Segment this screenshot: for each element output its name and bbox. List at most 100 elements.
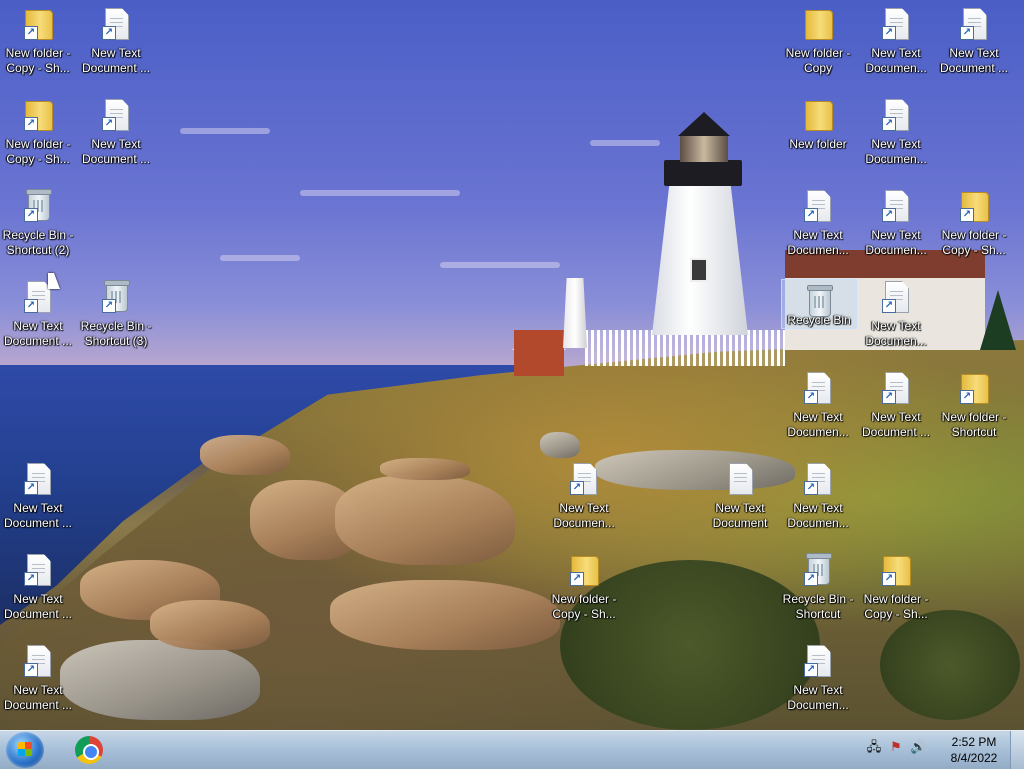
volume-icon[interactable]: 🔊	[910, 739, 926, 755]
icon-label: New Text Document ...	[861, 410, 931, 439]
taskbar: 🖧 ⚑ 🔊 2:52 PM 8/4/2022	[0, 730, 1024, 769]
desktop-icon[interactable]: ↗ New Text Documen...	[860, 275, 932, 363]
text-document-shortcut-icon: ↗	[22, 554, 54, 588]
icon-label: New Text Documen...	[865, 46, 927, 75]
action-center-flag-icon[interactable]: ⚑	[888, 739, 904, 755]
desktop-icon[interactable]: ↗ New folder - Shortcut	[938, 366, 1010, 454]
desktop-icon[interactable]: ↗ New Text Document ...	[80, 2, 152, 90]
desktop-icon[interactable]: New folder	[782, 93, 854, 181]
text-document-shortcut-icon: ↗	[880, 372, 912, 406]
desktop-icon[interactable]: ↗ New Text Documen...	[782, 639, 854, 727]
folder-shortcut-icon: ↗	[958, 190, 990, 224]
show-desktop-button[interactable]	[1010, 731, 1024, 769]
icon-label: New folder - Shortcut	[941, 410, 1007, 439]
recycle-bin-icon	[803, 285, 835, 317]
desktop-icon[interactable]: New Text Document	[704, 457, 776, 545]
icon-label: Recycle Bin - Shortcut (2)	[2, 228, 74, 257]
desktop-icon[interactable]: ↗ New Text Document ...	[2, 548, 74, 636]
icon-label: New folder - Copy	[785, 46, 851, 75]
desktop-icon[interactable]: ↗ New Text Documen...	[860, 184, 932, 272]
icon-label: New folder - Copy - Sh...	[5, 137, 71, 166]
folder-shortcut-icon: ↗	[958, 372, 990, 406]
folder-icon	[802, 99, 834, 133]
desktop-icon[interactable]: ↗ Recycle Bin - Shortcut (3)	[80, 275, 152, 363]
desktop-icon[interactable]: New folder - Copy	[782, 2, 854, 90]
icon-label: Recycle Bin - Shortcut (3)	[80, 319, 152, 348]
icon-label: New Text Document ...	[3, 319, 73, 348]
desktop-icon[interactable]: ↗ New Text Document ...	[2, 639, 74, 727]
icon-label: Recycle Bin - Shortcut	[782, 592, 854, 621]
desktop-icon[interactable]: ↗ New Text Documen...	[782, 457, 854, 545]
icon-label: New Text Documen...	[787, 501, 849, 530]
text-document-shortcut-icon: ↗	[802, 463, 834, 497]
text-document-shortcut-icon: ↗	[100, 99, 132, 133]
desktop-icon[interactable]: ↗ New Text Documen...	[860, 2, 932, 90]
text-document-shortcut-icon: ↗	[802, 372, 834, 406]
taskbar-chrome-button[interactable]	[72, 733, 106, 767]
desktop-icon[interactable]: ↗ New Text Documen...	[782, 366, 854, 454]
folder-shortcut-icon: ↗	[22, 99, 54, 133]
desktop-icon[interactable]: ↗ New Text Documen...	[548, 457, 620, 545]
desktop-icon[interactable]: ↗ New Text Document ...	[2, 457, 74, 545]
text-document-shortcut-icon: ↗	[880, 8, 912, 42]
desktop-icon[interactable]: ↗ New folder - Copy - Sh...	[860, 548, 932, 636]
folder-shortcut-icon: ↗	[880, 554, 912, 588]
icon-label: New Text Documen...	[865, 137, 927, 166]
text-document-shortcut-icon: ↗	[880, 99, 912, 133]
icon-label: New Text Documen...	[787, 228, 849, 257]
icon-label: New Text Documen...	[787, 683, 849, 712]
icon-label: New Text Document ...	[3, 592, 73, 621]
desktop-icon-recycle-bin[interactable]: Recycle Bin	[781, 279, 857, 329]
desktop-icon[interactable]: ↗ New folder - Copy - Sh...	[938, 184, 1010, 272]
desktop-icon[interactable]: ↗ Recycle Bin - Shortcut	[782, 548, 854, 636]
start-button[interactable]	[6, 732, 44, 768]
clock[interactable]: 2:52 PM 8/4/2022	[945, 734, 1003, 766]
text-document-shortcut-icon: ↗	[958, 8, 990, 42]
icon-label: New folder - Copy - Sh...	[941, 228, 1007, 257]
text-document-icon	[724, 463, 756, 497]
desktop-icon[interactable]: ↗ New folder - Copy - Sh...	[548, 548, 620, 636]
icon-label: New Text Document ...	[3, 683, 73, 712]
desktop-icon[interactable]: ↗ New Text Document ...	[860, 366, 932, 454]
text-document-shortcut-icon: ↗	[22, 463, 54, 497]
text-document-shortcut-icon: ↗	[880, 281, 912, 315]
icon-label: New Text Document	[712, 501, 768, 530]
desktop-icon[interactable]: ↗ New folder - Copy - Sh...	[2, 93, 74, 181]
icon-label: New Text Documen...	[865, 319, 927, 348]
windows-logo-icon	[18, 742, 32, 756]
desktop-icon[interactable]: ↗ New Text Documen...	[782, 184, 854, 272]
icon-label: New Text Document ...	[81, 137, 151, 166]
icon-label: New folder - Copy - Sh...	[863, 592, 929, 621]
desktop-icon[interactable]: ↗ New Text Document ...	[2, 275, 74, 363]
icon-label: New folder	[789, 137, 847, 151]
text-document-shortcut-icon: ↗	[802, 645, 834, 679]
icon-label: New Text Documen...	[553, 501, 615, 530]
icon-label: New Text Document ...	[81, 46, 151, 75]
icon-label: New Text Documen...	[787, 410, 849, 439]
desktop-icon[interactable]: ↗ New Text Documen...	[860, 93, 932, 181]
network-icon[interactable]: 🖧	[866, 739, 882, 755]
desktop-icon[interactable]: ↗ New Text Document ...	[938, 2, 1010, 90]
icon-label: New Text Document ...	[3, 501, 73, 530]
desktop-icon[interactable]: ↗ Recycle Bin - Shortcut (2)	[2, 184, 74, 272]
folder-icon	[802, 8, 834, 42]
recycle-bin-shortcut-icon: ↗	[22, 189, 54, 224]
desktop-icon[interactable]: ↗ New Text Document ...	[80, 93, 152, 181]
icon-label: New Text Document ...	[939, 46, 1009, 75]
recycle-bin-shortcut-icon: ↗	[100, 280, 132, 315]
icon-label: New Text Documen...	[865, 228, 927, 257]
text-document-shortcut-icon: ↗	[100, 8, 132, 42]
text-document-shortcut-icon: ↗	[568, 463, 600, 497]
desktop-icon[interactable]: ↗ New folder - Copy - Sh...	[2, 2, 74, 90]
folder-shortcut-icon: ↗	[568, 554, 600, 588]
system-tray: 🖧 ⚑ 🔊	[866, 739, 926, 761]
folder-shortcut-icon: ↗	[22, 8, 54, 42]
text-document-shortcut-icon: ↗	[802, 190, 834, 224]
text-document-shortcut-icon: ↗	[880, 190, 912, 224]
recycle-bin-shortcut-icon: ↗	[802, 553, 834, 588]
icon-label: New folder - Copy - Sh...	[551, 592, 617, 621]
icon-label: New folder - Copy - Sh...	[5, 46, 71, 75]
desktop[interactable]: ↗ New folder - Copy - Sh... ↗ New Text D…	[0, 0, 1024, 730]
clock-date: 8/4/2022	[950, 751, 998, 765]
mouse-pointer-icon	[48, 273, 60, 289]
